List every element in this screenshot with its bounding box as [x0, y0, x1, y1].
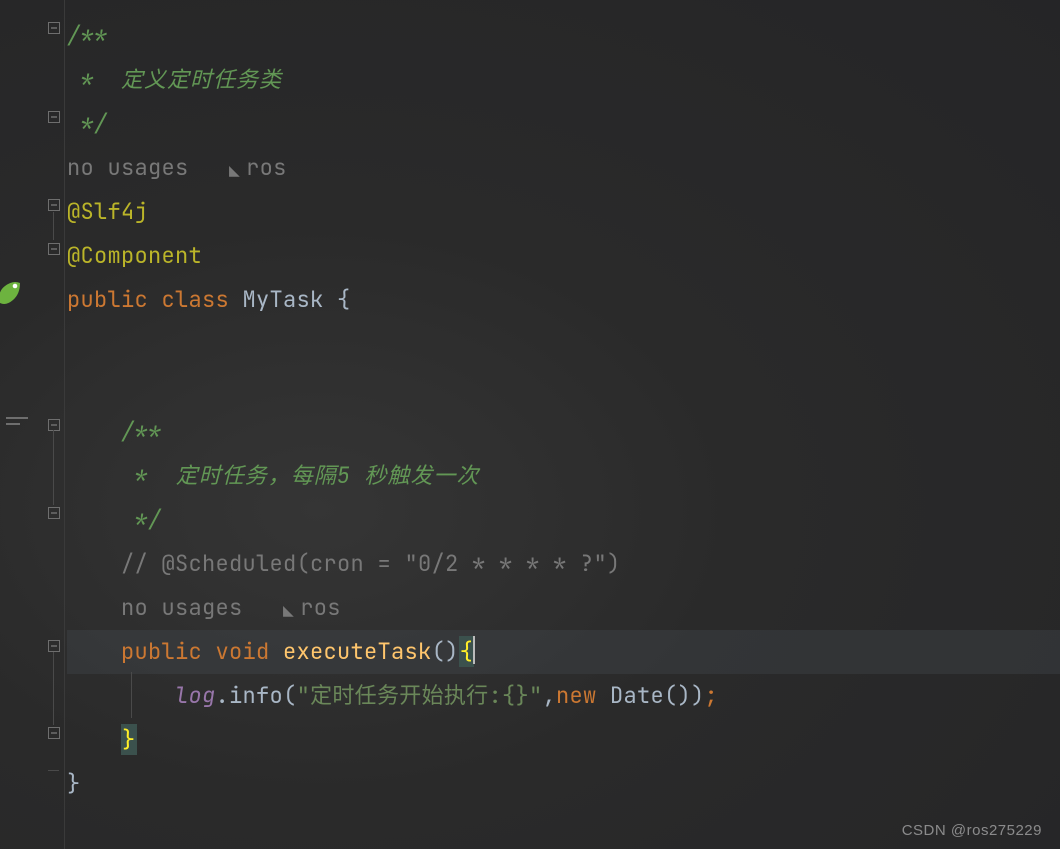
code-editor[interactable]: /** * 定义定时任务类 */ no usages ◣ros @Slf4j @…: [0, 0, 1060, 849]
brace: }: [67, 769, 81, 798]
code-line[interactable]: @Component: [67, 234, 1060, 278]
code-line[interactable]: * 定时任务，每隔5 秒触发一次: [67, 454, 1060, 498]
code-line[interactable]: */: [67, 102, 1060, 146]
javadoc-num: 5: [337, 461, 351, 490]
date-call: Date(): [610, 681, 691, 710]
code-line[interactable]: [67, 322, 1060, 366]
brace-match: {: [459, 636, 475, 667]
semicolon: ;: [705, 681, 719, 710]
javadoc-end: */: [67, 505, 162, 534]
code-line[interactable]: public class MyTask {: [67, 278, 1060, 322]
usages-hint[interactable]: no usages: [121, 593, 243, 622]
gutter: [0, 0, 65, 849]
javadoc-text: 定义定时任务类: [121, 65, 282, 94]
paren: ): [691, 681, 705, 710]
string-literal: "定时任务开始执行:{}": [297, 681, 543, 710]
javadoc-prefix: *: [67, 65, 121, 94]
annotation: @Component: [67, 241, 202, 270]
code-hints-line[interactable]: no usages ◣ros: [67, 146, 1060, 190]
commented-code: // @Scheduled(cron = "0/2 * * * * ?"): [67, 549, 621, 578]
code-line[interactable]: }: [67, 762, 1060, 806]
fold-end-icon[interactable]: [46, 109, 62, 125]
author-hint[interactable]: ros: [246, 153, 287, 182]
comma: ,: [542, 681, 556, 710]
author-icon: ◣: [283, 589, 294, 633]
code-line[interactable]: /**: [67, 410, 1060, 454]
fold-end-icon[interactable]: [46, 241, 62, 257]
inner-fold-guide: [131, 672, 132, 718]
watermark: CSDN @ros275229: [902, 822, 1042, 839]
javadoc-prefix: *: [67, 461, 162, 490]
fold-minus-icon[interactable]: [46, 417, 62, 433]
javadoc-text2: 秒触发一次: [350, 461, 479, 490]
code-line[interactable]: @Slf4j: [67, 190, 1060, 234]
fold-minus-icon[interactable]: [46, 20, 62, 36]
code-line-current[interactable]: public void executeTask(){: [67, 630, 1060, 674]
code-line[interactable]: }: [67, 718, 1060, 762]
kw-void: void: [202, 637, 283, 666]
author-hint[interactable]: ros: [300, 593, 341, 622]
kw-public: public: [67, 285, 148, 314]
javadoc-end: */: [67, 109, 108, 138]
annotation: @Slf4j: [67, 197, 148, 226]
code-line[interactable]: log.info("定时任务开始执行:{}",new Date());: [67, 674, 1060, 718]
dot: .: [216, 681, 230, 710]
class-name: MyTask: [243, 285, 338, 314]
javadoc-start: /**: [67, 417, 162, 446]
code-line[interactable]: * 定义定时任务类: [67, 58, 1060, 102]
brace: {: [337, 285, 351, 314]
kw-class: class: [148, 285, 243, 314]
fold-end-icon[interactable]: [46, 505, 62, 521]
field-log: log: [175, 681, 216, 710]
javadoc-start: /**: [67, 21, 108, 50]
usages-hint[interactable]: no usages: [67, 153, 189, 182]
fold-minus-icon[interactable]: [46, 197, 62, 213]
code-hints-line[interactable]: no usages ◣ros: [67, 586, 1060, 630]
javadoc-text: 定时任务，每隔: [162, 461, 337, 490]
code-line[interactable]: /**: [67, 14, 1060, 58]
method-call: info: [229, 681, 283, 710]
parens: (): [432, 637, 459, 666]
kw-public: public: [121, 637, 202, 666]
method-separator-icon: [6, 405, 34, 433]
author-icon: ◣: [229, 149, 240, 193]
fold-minus-icon[interactable]: [46, 638, 62, 654]
text-cursor: [473, 636, 475, 664]
code-line[interactable]: */: [67, 498, 1060, 542]
spring-bean-icon[interactable]: [0, 280, 23, 308]
method-name: executeTask: [283, 637, 432, 666]
brace-match: }: [121, 724, 137, 755]
kw-new: new: [556, 681, 610, 710]
indent: [67, 725, 121, 754]
code-line[interactable]: [67, 366, 1060, 410]
code-line[interactable]: // @Scheduled(cron = "0/2 * * * * ?"): [67, 542, 1060, 586]
paren: (: [283, 681, 297, 710]
code-area[interactable]: /** * 定义定时任务类 */ no usages ◣ros @Slf4j @…: [65, 0, 1060, 849]
fold-end-icon[interactable]: [46, 725, 62, 741]
